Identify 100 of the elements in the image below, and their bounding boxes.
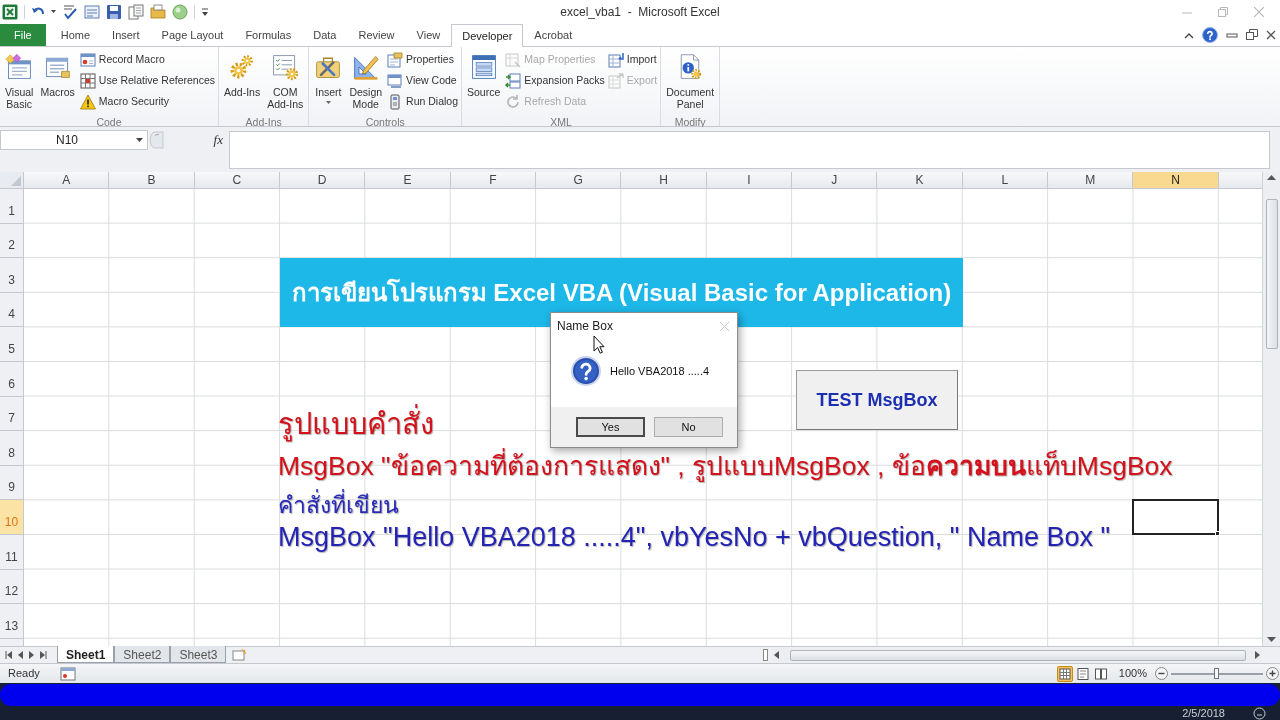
folder-icon[interactable] xyxy=(150,3,166,20)
row-header[interactable]: 6 xyxy=(0,361,24,397)
column-header[interactable]: H xyxy=(621,172,707,189)
ribbon-tab[interactable]: Formulas xyxy=(234,24,303,46)
spell-check-icon[interactable] xyxy=(62,3,78,20)
spreadsheet-logo-icon[interactable] xyxy=(2,3,18,20)
dialog-button[interactable]: No xyxy=(654,417,723,437)
ribbon-tab[interactable]: Insert xyxy=(101,24,151,46)
row-header[interactable]: 9 xyxy=(0,465,24,501)
insert-function-button[interactable]: fx xyxy=(211,130,225,150)
ribbon-button[interactable]: Visual Basic xyxy=(2,50,37,116)
chevron-up-icon[interactable] xyxy=(1184,31,1194,39)
ribbon-tab[interactable]: Page Layout xyxy=(150,24,235,46)
ribbon-button[interactable]: Add-Ins xyxy=(221,50,264,116)
row-header[interactable]: 7 xyxy=(0,396,24,432)
taskbar-date: 2/5/2018 xyxy=(1182,707,1225,719)
column-header[interactable]: J xyxy=(792,172,878,189)
first-sheet-icon[interactable] xyxy=(5,651,12,659)
column-header[interactable]: K xyxy=(877,172,963,189)
restore-icon[interactable] xyxy=(1246,29,1258,41)
column-header[interactable]: I xyxy=(706,172,793,189)
sheet-tab[interactable]: Sheet1 xyxy=(57,646,115,663)
row-header[interactable]: 1 xyxy=(0,189,24,224)
ribbon-tab[interactable]: Data xyxy=(302,24,348,46)
column-header[interactable]: F xyxy=(450,172,537,189)
ribbon-tab[interactable]: Developer xyxy=(451,24,524,47)
row-header[interactable]: 3 xyxy=(0,258,24,293)
name-box[interactable]: N10 xyxy=(0,130,148,150)
row-header[interactable]: 12 xyxy=(0,569,24,605)
window-title: excel_vba1 - Microsoft Excel xyxy=(560,3,720,21)
circle-icon[interactable] xyxy=(172,3,188,20)
column-header[interactable]: L xyxy=(962,172,1049,189)
column-header[interactable]: G xyxy=(536,172,622,189)
scroll-thumb[interactable] xyxy=(1265,199,1278,349)
sheet-tab[interactable]: Sheet2 xyxy=(114,646,171,663)
column-header[interactable]: C xyxy=(194,172,281,189)
ribbon-button[interactable]: Expansion Packs xyxy=(504,71,606,91)
ribbon-button[interactable]: Macros xyxy=(37,50,78,116)
column-header[interactable]: D xyxy=(280,172,366,189)
dialog-button[interactable]: Yes xyxy=(576,417,645,437)
ribbon-tab[interactable]: View xyxy=(405,24,452,46)
column-header[interactable]: E xyxy=(365,172,451,189)
down-arrow-icon[interactable] xyxy=(1267,637,1276,643)
page-break-view-icon[interactable] xyxy=(1092,665,1109,682)
ribbon-button[interactable]: View Code xyxy=(386,71,459,91)
zoom-in-icon[interactable] xyxy=(1266,667,1279,680)
normal-view-icon[interactable] xyxy=(1056,665,1073,682)
ribbon-button[interactable]: Source xyxy=(464,50,504,116)
column-header[interactable]: M xyxy=(1048,172,1134,189)
zoom-level[interactable]: 100% xyxy=(1118,665,1155,682)
help-icon[interactable] xyxy=(1202,27,1218,43)
ribbon-button[interactable]: Use Relative References xyxy=(78,71,216,91)
last-sheet-icon[interactable] xyxy=(40,651,47,659)
customize-menu-icon[interactable] xyxy=(201,6,209,17)
row-header[interactable]: 5 xyxy=(0,327,24,362)
right-arrow-icon[interactable] xyxy=(1255,651,1260,659)
dropdown-caret-icon xyxy=(51,10,56,13)
column-header[interactable]: B xyxy=(109,172,195,189)
ribbon-button[interactable]: Macro Security xyxy=(78,92,216,112)
formula-input[interactable] xyxy=(229,131,1270,169)
ribbon-button[interactable]: Record Macro xyxy=(78,50,216,70)
ribbon-tab[interactable]: Home xyxy=(49,24,102,46)
row-header[interactable]: 4 xyxy=(0,292,24,328)
notification-icon[interactable] xyxy=(1253,706,1266,720)
ribbon-button[interactable]: Properties xyxy=(386,50,459,70)
row-header[interactable]: 8 xyxy=(0,431,24,466)
ribbon-tab[interactable]: Review xyxy=(347,24,406,46)
column-header[interactable]: A xyxy=(24,172,110,189)
ribbon-button[interactable]: Document Panel xyxy=(663,50,718,116)
sheet-tab[interactable]: Sheet3 xyxy=(170,646,227,663)
ribbon-button[interactable]: Import xyxy=(606,50,659,70)
test-msgbox-button[interactable]: TEST MsgBox xyxy=(796,369,958,431)
ribbon-button[interactable]: COM Add-Ins xyxy=(264,50,307,116)
row-header[interactable]: 11 xyxy=(0,534,24,570)
ribbon-button[interactable]: Insert xyxy=(311,50,346,116)
resize-handle[interactable] xyxy=(148,130,164,150)
previous-sheet-icon[interactable] xyxy=(18,651,23,659)
slider-thumb[interactable] xyxy=(1214,667,1219,679)
scroll-thumb[interactable] xyxy=(790,649,1246,661)
ribbon-tab[interactable]: File xyxy=(0,24,46,46)
zoom-out-icon[interactable] xyxy=(1155,667,1168,680)
close-icon[interactable] xyxy=(1266,30,1276,40)
left-arrow-icon[interactable] xyxy=(774,651,779,659)
column-header[interactable]: N xyxy=(1133,172,1219,189)
status-text: Ready xyxy=(7,666,41,682)
next-sheet-icon[interactable] xyxy=(29,651,34,659)
ribbon-tab[interactable]: Acrobat xyxy=(523,24,584,46)
minimize-icon[interactable] xyxy=(1226,30,1238,40)
save-icon[interactable] xyxy=(106,3,122,20)
split-handle-icon[interactable] xyxy=(763,649,768,661)
page-layout-view-icon[interactable] xyxy=(1074,665,1091,682)
active-cell[interactable] xyxy=(1132,499,1219,535)
copy-icon[interactable] xyxy=(128,3,144,20)
up-arrow-icon[interactable] xyxy=(1267,174,1276,180)
ribbon-button[interactable]: Design Mode xyxy=(346,50,386,116)
row-header[interactable]: 2 xyxy=(0,223,24,259)
macro-record-icon[interactable] xyxy=(59,666,76,681)
ribbon-button[interactable]: Run Dialog xyxy=(386,92,459,112)
row-header[interactable]: 13 xyxy=(0,604,24,639)
vertical-scrollbar[interactable] xyxy=(1262,172,1280,646)
